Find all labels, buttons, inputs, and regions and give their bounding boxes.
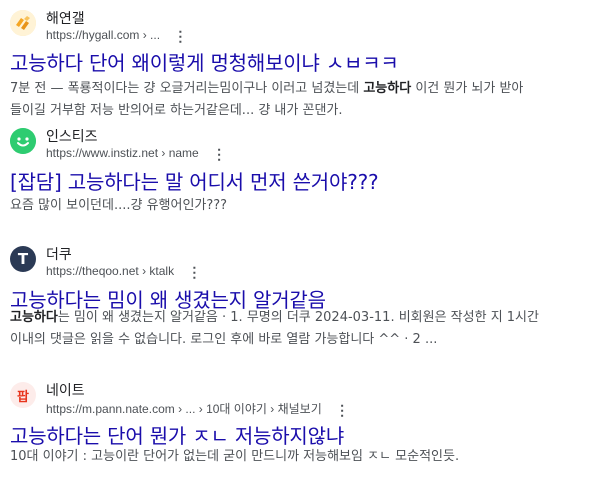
- result-title-link[interactable]: 고능하다 단어 왜이렇게 멍청해보이냐 ㅅㅂㅋㅋ: [10, 47, 399, 76]
- hygall-icon: [10, 10, 36, 36]
- url-text: https://www.instiz.net › name: [46, 146, 199, 160]
- result-title-link[interactable]: 고능하다는 단어 뭔가 ㅈㄴ 저능하지않냐: [10, 420, 344, 449]
- site-url: https://m.pann.nate.com › ... › 10대 이야기 …: [46, 400, 349, 417]
- snippet-text: 들이길 거부함 저능 반의어로 하는거같은데... 걍 내가 꼰댄가.: [10, 103, 343, 118]
- snippet-text: 이건 뭔가 뇌가 받아: [411, 81, 524, 96]
- result-snippet: 10대 이야기 : 고능이란 단어가 없는데 굳이 만드니까 저능해보임 ㅈㄴ …: [10, 446, 570, 468]
- more-options-icon[interactable]: ⋮: [212, 147, 226, 161]
- site-name: 네이트: [46, 383, 85, 399]
- result-snippet: 7분 전 — 폭룡적이다는 걍 오글거리는밈이구나 이러고 넘겼는데 고능하다 …: [10, 78, 570, 122]
- result-snippet: 요즘 많이 보이던데....걍 유행어인가???: [10, 195, 570, 217]
- favicon-letter: T: [17, 250, 29, 268]
- snippet-text: 10대 이야기 : 고능이란 단어가 없는데 굳이 만드니까 저능해보임 ㅈㄴ …: [10, 449, 460, 464]
- smiley-icon: [10, 128, 36, 154]
- result-snippet: 고능하다는 밈이 왜 생겼는지 알거같음 · 1. 무명의 더쿠 2024-03…: [10, 307, 570, 351]
- more-options-icon[interactable]: ⋮: [335, 403, 349, 417]
- more-options-icon[interactable]: ⋮: [173, 29, 187, 43]
- site-info[interactable]: T 더쿠 https://theqoo.net › ktalk ⋮: [10, 244, 590, 279]
- site-name: 해연갤: [46, 11, 85, 27]
- site-url: https://theqoo.net › ktalk ⋮: [46, 264, 201, 279]
- snippet-text: 요즘 많이 보이던데....걍 유행어인가???: [10, 198, 228, 213]
- snippet-text: 는 밈이 왜 생겼는지 알거같음 · 1. 무명의 더쿠 2024-03-11.…: [57, 310, 539, 325]
- url-text: https://m.pann.nate.com › ... › 10대 이야기 …: [46, 402, 322, 416]
- site-name: 인스티즈: [46, 129, 98, 145]
- snippet-text: 이내의 댓글은 읽을 수 없습니다. 로그인 후에 바로 열람 가능합니다 ^^…: [10, 332, 438, 347]
- site-url: https://hygall.com › ... ⋮: [46, 28, 187, 43]
- site-info[interactable]: 팝 네이트 https://m.pann.nate.com › ... › 10…: [10, 380, 590, 417]
- site-name: 더쿠: [46, 247, 72, 263]
- snippet-text: 7분 전 — 폭룡적이다는 걍 오글거리는밈이구나 이러고 넘겼는데: [10, 81, 364, 96]
- theqoo-icon: T: [10, 246, 36, 272]
- site-info[interactable]: 해연갤 https://hygall.com › ... ⋮: [10, 8, 590, 43]
- url-text: https://hygall.com › ...: [46, 28, 161, 42]
- favicon-letter: 팝: [17, 389, 29, 405]
- nate-pann-icon: 팝: [10, 382, 36, 408]
- url-text: https://theqoo.net › ktalk: [46, 264, 175, 278]
- site-url: https://www.instiz.net › name ⋮: [46, 146, 226, 161]
- site-info[interactable]: 인스티즈 https://www.instiz.net › name ⋮: [10, 126, 590, 161]
- more-options-icon[interactable]: ⋮: [187, 265, 201, 279]
- snippet-highlight: 고능하다: [363, 81, 412, 96]
- snippet-highlight: 고능하다: [10, 310, 58, 325]
- result-title-link[interactable]: [잡담] 고능하다는 말 어디서 먼저 쓴거야???: [10, 166, 379, 195]
